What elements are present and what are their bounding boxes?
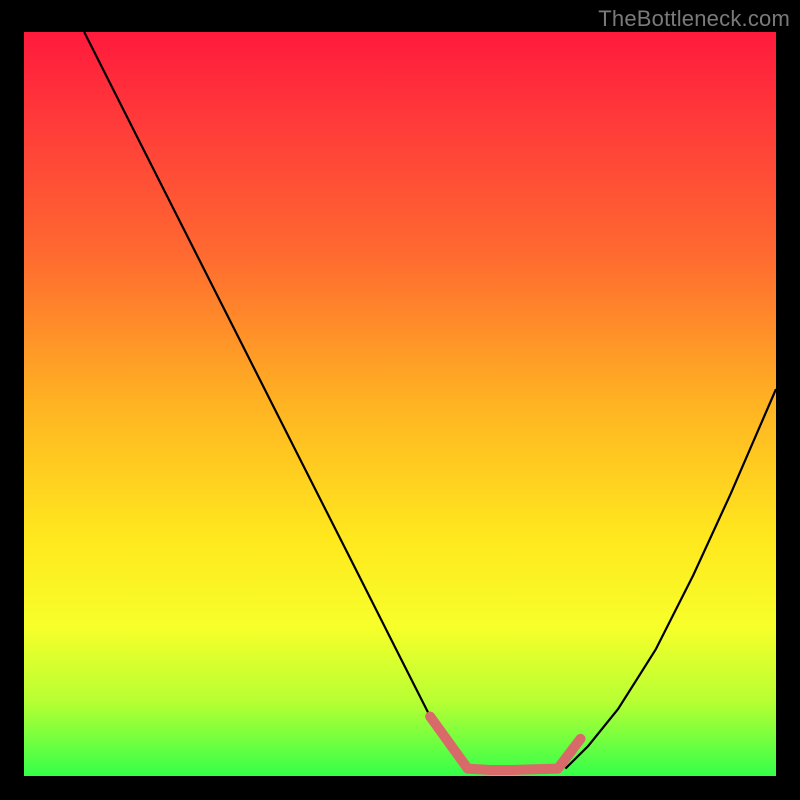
right-branch-curve xyxy=(565,389,776,768)
chart-frame: TheBottleneck.com xyxy=(0,0,800,800)
bottom-dash-flat xyxy=(468,769,558,770)
bottom-dash-left xyxy=(430,717,468,769)
plot-area xyxy=(24,32,776,776)
left-branch-curve xyxy=(84,32,468,769)
curve-layer xyxy=(24,32,776,776)
watermark-text: TheBottleneck.com xyxy=(598,6,790,32)
